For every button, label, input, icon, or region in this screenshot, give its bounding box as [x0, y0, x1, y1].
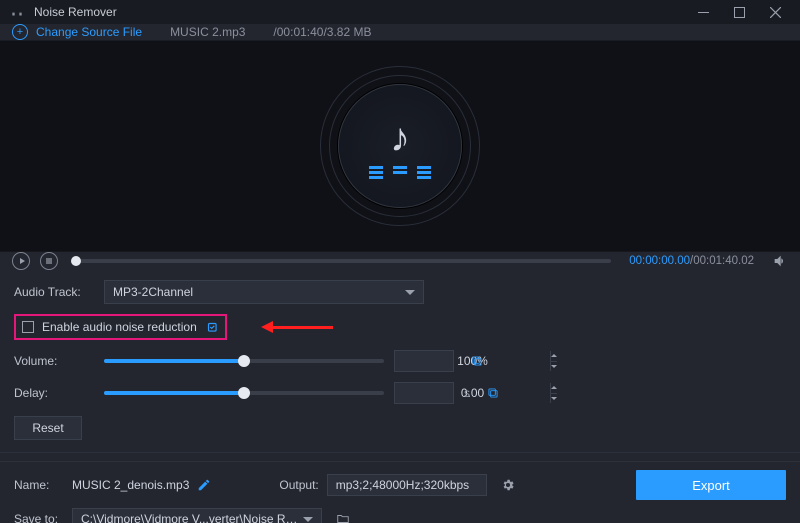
delay-unit: s — [464, 386, 470, 400]
output-name-row: Name: MUSIC 2_denois.mp3 Output: mp3;2;4… — [14, 470, 786, 500]
export-label: Export — [692, 478, 730, 493]
delay-slider[interactable] — [104, 385, 384, 401]
name-label: Name: — [14, 478, 64, 492]
export-button[interactable]: Export — [636, 470, 786, 500]
audio-track-label: Audio Track: — [14, 285, 94, 299]
delay-thumb[interactable] — [238, 387, 250, 399]
copy-settings-icon[interactable] — [205, 320, 219, 334]
reset-label: Reset — [32, 421, 63, 435]
output-settings-icon[interactable] — [501, 478, 515, 492]
audio-disc-graphic: ♪ — [320, 66, 480, 226]
window-controls — [686, 0, 792, 24]
audio-track-value: MP3-2Channel — [113, 285, 193, 299]
saveto-value: C:\Vidmore\Vidmore V...verter\Noise Remo… — [81, 512, 303, 523]
window-title: Noise Remover — [34, 5, 117, 19]
open-folder-icon[interactable] — [336, 512, 350, 523]
name-value: MUSIC 2_denois.mp3 — [72, 478, 189, 492]
audio-track-select[interactable]: MP3-2Channel — [104, 280, 424, 304]
delay-input[interactable] — [395, 383, 550, 403]
apply-all-icon[interactable] — [486, 386, 500, 400]
total-time: 00:01:40.02 — [693, 255, 754, 267]
maximize-button[interactable] — [722, 0, 756, 24]
play-icon — [20, 258, 25, 264]
controls-panel: Audio Track: MP3-2Channel Enable audio n… — [0, 270, 800, 461]
noise-reduction-label: Enable audio noise reduction — [42, 320, 197, 334]
source-meta: /00:01:40/3.82 MB — [273, 25, 371, 39]
noise-reduction-checkbox[interactable] — [22, 321, 34, 333]
delay-row: Delay: s — [14, 382, 786, 404]
noise-reduction-row: Enable audio noise reduction — [14, 314, 786, 340]
delay-label: Delay: — [14, 386, 94, 400]
delay-value-box — [394, 382, 454, 404]
volume-step-up[interactable] — [551, 351, 557, 362]
close-button[interactable] — [758, 0, 792, 24]
timecode: 00:00:00.00 / 00:01:40.02 — [629, 255, 754, 267]
reset-button[interactable]: Reset — [14, 416, 82, 440]
audio-track-row: Audio Track: MP3-2Channel — [14, 280, 786, 304]
change-source-button[interactable]: + Change Source File — [12, 24, 142, 40]
stop-button[interactable] — [40, 252, 58, 270]
output-label: Output: — [279, 478, 318, 492]
annotation-arrow — [261, 321, 333, 333]
saveto-label: Save to: — [14, 512, 64, 523]
chevron-down-icon — [405, 290, 415, 295]
chevron-down-icon — [303, 517, 313, 522]
minimize-button[interactable] — [686, 0, 720, 24]
volume-step-down[interactable] — [551, 362, 557, 372]
noise-reduction-highlight: Enable audio noise reduction — [14, 314, 227, 340]
preview-area: ♪ — [0, 41, 800, 251]
change-source-label: Change Source File — [36, 25, 142, 39]
volume-label: Volume: — [14, 354, 94, 368]
source-toolbar: + Change Source File MUSIC 2.mp3 /00:01:… — [0, 24, 800, 41]
stop-icon — [46, 258, 52, 264]
plus-icon: + — [12, 24, 28, 40]
output-value: mp3;2;48000Hz;320kbps — [336, 478, 469, 492]
footer: Name: MUSIC 2_denois.mp3 Output: mp3;2;4… — [0, 461, 800, 523]
titlebar: Noise Remover — [0, 0, 800, 24]
apply-all-icon[interactable] — [470, 354, 484, 368]
volume-icon[interactable] — [772, 253, 788, 269]
playback-bar: 00:00:00.00 / 00:01:40.02 — [0, 251, 800, 270]
play-button[interactable] — [12, 252, 30, 270]
output-format-box: mp3;2;48000Hz;320kbps — [327, 474, 487, 496]
volume-slider[interactable] — [104, 353, 384, 369]
edit-name-icon[interactable] — [197, 478, 211, 492]
app-logo-icon — [8, 3, 26, 21]
app-window: Noise Remover + Change Source File MUSIC… — [0, 0, 800, 523]
music-note-icon: ♪ — [390, 118, 410, 158]
volume-thumb[interactable] — [238, 355, 250, 367]
saveto-select[interactable]: C:\Vidmore\Vidmore V...verter\Noise Remo… — [72, 508, 322, 523]
source-filename: MUSIC 2.mp3 — [170, 25, 245, 39]
seek-thumb[interactable] — [71, 256, 81, 266]
volume-row: Volume: — [14, 350, 786, 372]
volume-value-box — [394, 350, 454, 372]
separator — [0, 452, 800, 453]
delay-step-down[interactable] — [551, 394, 557, 404]
save-to-row: Save to: C:\Vidmore\Vidmore V...verter\N… — [14, 508, 786, 523]
delay-step-up[interactable] — [551, 383, 557, 394]
current-time: 00:00:00.00 — [629, 255, 690, 267]
seek-slider[interactable] — [76, 259, 611, 263]
